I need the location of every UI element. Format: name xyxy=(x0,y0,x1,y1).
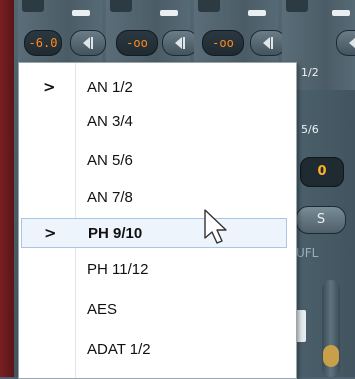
pan-button[interactable] xyxy=(336,30,355,56)
pan-button[interactable] xyxy=(162,30,198,56)
fader-cap[interactable] xyxy=(72,10,90,16)
mute-button[interactable] xyxy=(198,0,220,12)
mute-button[interactable] xyxy=(286,0,308,12)
menu-item-an-7-8[interactable]: AN 7/8 xyxy=(19,181,296,215)
mute-button[interactable] xyxy=(110,0,132,12)
level-readout: -6.0 xyxy=(24,30,62,56)
menu-item-label: PH 9/10 xyxy=(88,225,143,242)
menu-item-an-5-6[interactable]: AN 5/6 xyxy=(19,144,296,178)
solo-button[interactable]: S xyxy=(296,206,346,234)
menu-item-label: PH 11/12 xyxy=(87,261,149,278)
menu-item-an-1-2[interactable]: > AN 1/2 xyxy=(19,71,296,105)
level-meter[interactable] xyxy=(322,280,340,377)
level-readout: -oo xyxy=(116,30,158,56)
mute-button[interactable] xyxy=(22,0,44,12)
menu-item-ph-11-12[interactable]: PH 11/12 xyxy=(19,253,296,287)
fader-cap[interactable] xyxy=(160,10,178,16)
mouse-pointer-icon xyxy=(204,209,227,244)
menu-item-label: AN 3/4 xyxy=(87,113,133,130)
level-readout: -oo xyxy=(202,30,244,56)
menu-item-label: ADAT 1/2 xyxy=(87,341,151,358)
channel-label: 5/6 xyxy=(301,123,319,136)
fader-cap[interactable] xyxy=(248,10,266,16)
channel-color-strip xyxy=(0,0,14,377)
pan-left-arrow-icon xyxy=(263,37,270,49)
value-display[interactable]: 0 xyxy=(300,157,344,187)
menu-item-label: AN 1/2 xyxy=(87,79,133,96)
pan-left-arrow-icon xyxy=(83,37,90,49)
menu-item-an-3-4[interactable]: AN 3/4 xyxy=(19,105,296,139)
pan-left-arrow-icon xyxy=(175,37,182,49)
channel-label: 1/2 xyxy=(301,66,319,79)
check-chevron-icon: > xyxy=(43,78,56,96)
menu-item-label: AES xyxy=(87,301,118,318)
pan-button[interactable] xyxy=(70,30,106,56)
input-source-menu: > AN 1/2 AN 3/4 AN 5/6 AN 7/8 > PH 9/10 … xyxy=(18,62,297,379)
pan-left-arrow-icon xyxy=(349,37,355,49)
meter-knob[interactable] xyxy=(323,345,339,367)
ufl-label: UFL xyxy=(296,246,319,260)
fader-cap[interactable] xyxy=(332,10,350,16)
menu-item-label: AN 5/6 xyxy=(87,152,133,169)
pan-button[interactable] xyxy=(250,30,286,56)
menu-item-aes[interactable]: AES xyxy=(19,293,296,327)
menu-item-adat-1-2[interactable]: ADAT 1/2 xyxy=(19,333,296,367)
check-chevron-icon: > xyxy=(44,224,57,242)
menu-item-ph-9-10[interactable]: > PH 9/10 xyxy=(21,218,287,248)
menu-item-label: AN 7/8 xyxy=(87,189,133,206)
